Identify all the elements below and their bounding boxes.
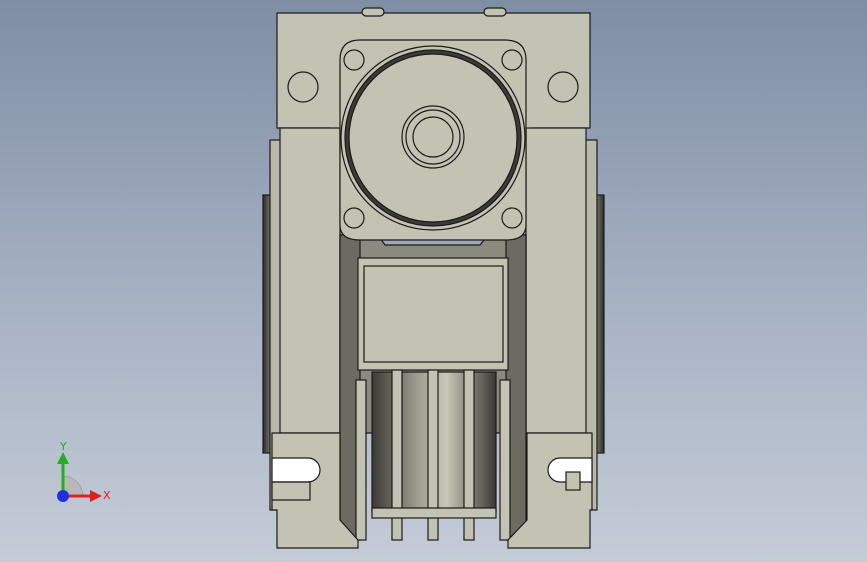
name-plate: [363, 265, 504, 363]
mounting-hole: [287, 71, 319, 103]
right-foot-slot-lower: [565, 471, 581, 491]
left-wall: [279, 127, 341, 434]
top-bump: [361, 7, 385, 17]
fin: [355, 379, 367, 541]
coordinate-triad: Y X: [57, 440, 111, 502]
right-wall: [525, 127, 587, 434]
top-bump: [483, 7, 507, 17]
left-foot-slot: [271, 457, 321, 483]
fin: [499, 379, 511, 541]
flange-hole: [343, 207, 365, 229]
flange-hole: [343, 49, 365, 71]
x-axis-arrow: [90, 490, 102, 502]
fin-bar: [371, 507, 497, 519]
flange-hole: [501, 207, 523, 229]
shaft-inner: [412, 116, 454, 158]
x-axis-label: X: [103, 489, 111, 502]
flange-hole: [501, 49, 523, 71]
gearbox-model[interactable]: [0, 0, 867, 562]
graphics-viewport[interactable]: Y X: [0, 0, 867, 562]
z-axis-dot: [57, 490, 69, 502]
mounting-hole: [547, 71, 579, 103]
left-foot-slot-lower: [271, 481, 311, 501]
y-axis-arrow: [57, 452, 69, 464]
y-axis-label: Y: [59, 440, 67, 453]
